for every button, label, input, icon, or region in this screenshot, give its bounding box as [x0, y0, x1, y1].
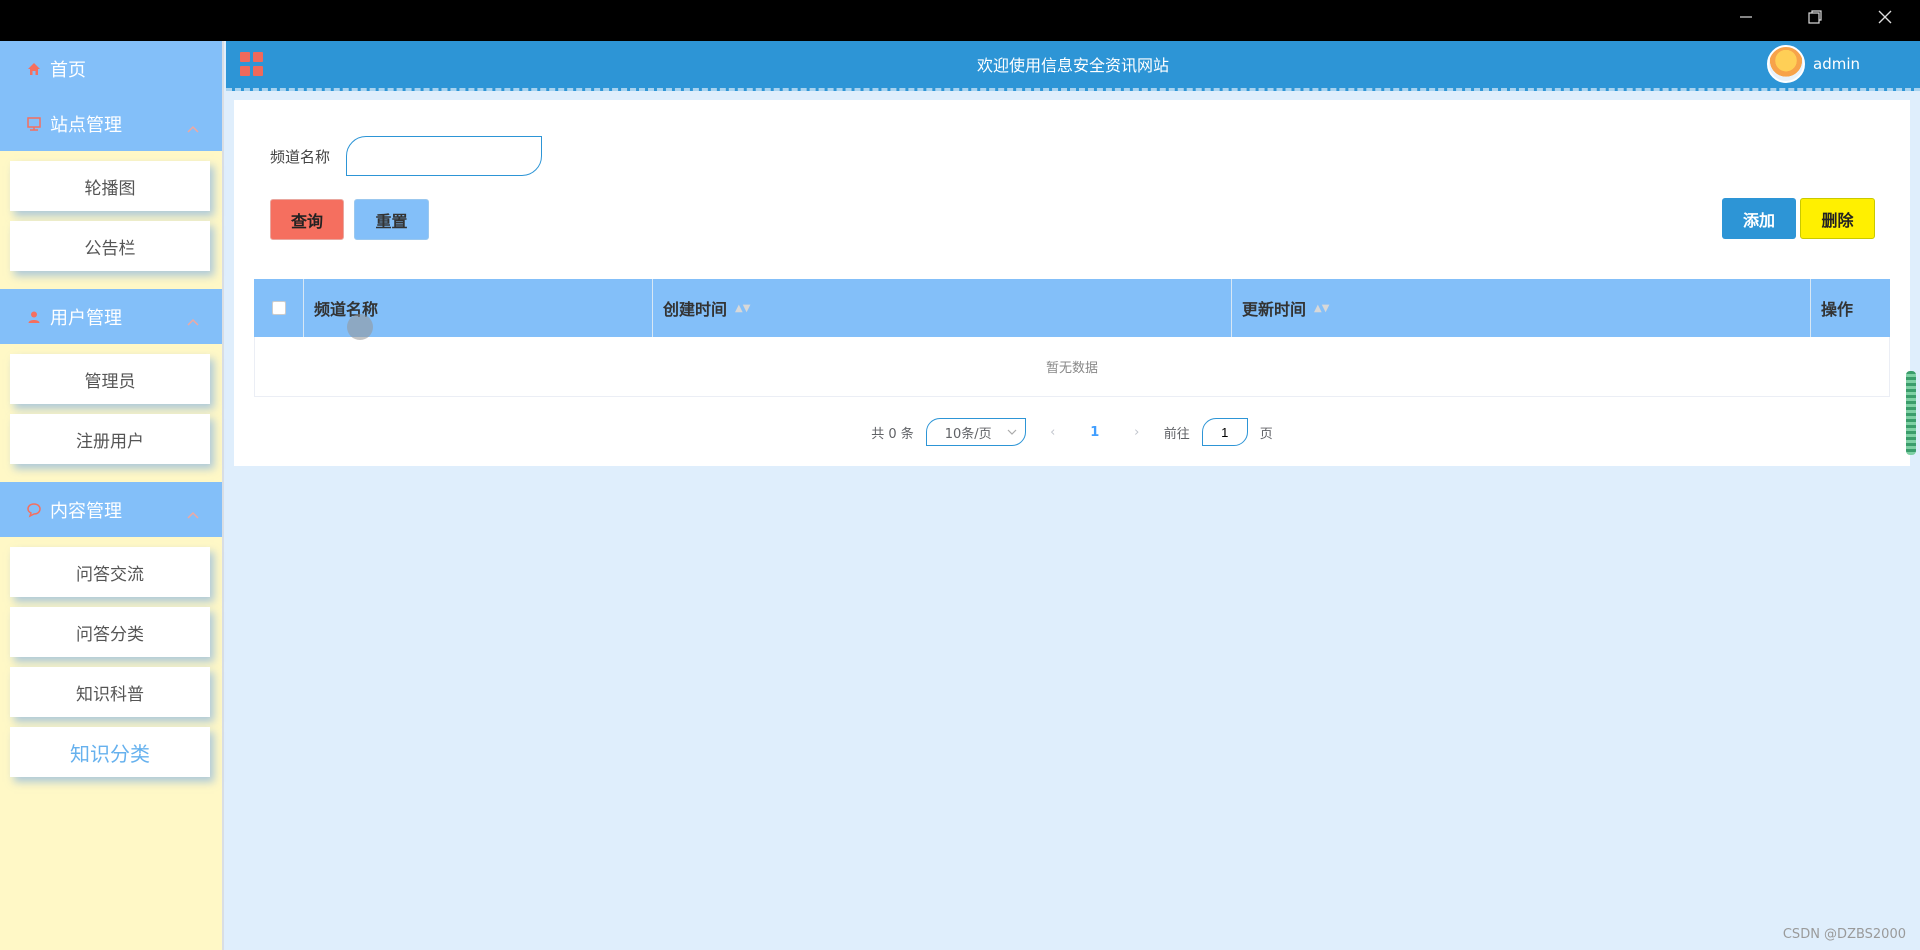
sidebar-submenu-content: 问答交流 问答分类 知识科普 知识分类 [0, 537, 222, 795]
column-header-created[interactable]: 创建时间 ▲▼ [653, 279, 1232, 337]
main-panel: 频道名称 查询 重置 添加 删除 频道名称 创建时间 ▲▼ 更新时间 ▲▼ 操作 [234, 100, 1910, 466]
monitor-icon [24, 114, 44, 134]
reset-button[interactable]: 重置 [354, 199, 429, 240]
query-button[interactable]: 查询 [270, 199, 344, 240]
top-header: 欢迎使用信息安全资讯网站 admin [226, 41, 1920, 91]
page-title: 欢迎使用信息安全资讯网站 [976, 56, 1169, 75]
header-checkbox-cell [254, 279, 304, 337]
next-page-icon[interactable]: › [1122, 425, 1152, 440]
chevron-down-icon [1007, 425, 1017, 440]
chevron-up-icon [186, 118, 200, 139]
column-header-updated[interactable]: 更新时间 ▲▼ [1232, 279, 1811, 337]
avatar [1767, 45, 1805, 83]
sidebar-item-admins[interactable]: 管理员 [10, 354, 210, 404]
prev-page-icon[interactable]: ‹ [1038, 425, 1068, 440]
page-suffix: 页 [1259, 426, 1273, 442]
sidebar-item-knowledge[interactable]: 知识科普 [10, 667, 210, 717]
sidebar-submenu-site: 轮播图 公告栏 [0, 151, 222, 289]
pagination: 共 0 条 10条/页 ‹ 1 › 前往 页 [234, 418, 1910, 446]
page-number[interactable]: 1 [1080, 425, 1110, 440]
table-empty-row: 暂无数据 [254, 337, 1890, 397]
close-icon[interactable] [1851, 0, 1919, 34]
mouse-cursor-highlight [347, 314, 373, 340]
window-titlebar [0, 0, 1920, 41]
table-header: 频道名称 创建时间 ▲▼ 更新时间 ▲▼ 操作 [254, 279, 1890, 337]
sidebar-item-qa[interactable]: 问答交流 [10, 547, 210, 597]
goto-label: 前往 [1163, 426, 1190, 442]
column-label: 操作 [1821, 300, 1854, 319]
chevron-up-icon [186, 311, 200, 332]
sidebar-item-home[interactable]: 首页 [0, 41, 222, 96]
add-button[interactable]: 添加 [1722, 198, 1796, 239]
select-all-checkbox[interactable] [271, 301, 286, 315]
sidebar-submenu-users: 管理员 注册用户 [0, 344, 222, 482]
home-icon [24, 59, 44, 79]
delete-button[interactable]: 删除 [1800, 198, 1875, 239]
menu-grid-icon[interactable] [240, 52, 264, 76]
sidebar-item-registered-users[interactable]: 注册用户 [10, 414, 210, 464]
column-header-actions: 操作 [1811, 279, 1890, 337]
page-size-value: 10条/页 [944, 426, 992, 442]
search-input[interactable] [346, 136, 542, 176]
sidebar-item-label: 首页 [50, 59, 86, 81]
sidebar-item-knowledge-category[interactable]: 知识分类 [10, 727, 210, 777]
sidebar-group-label: 站点管理 [50, 114, 122, 136]
column-label: 更新时间 [1242, 300, 1307, 319]
watermark: CSDN @DZBS2000 [1782, 927, 1906, 942]
sidebar-group-users[interactable]: 用户管理 [0, 289, 222, 344]
sidebar: 首页 站点管理 轮播图 公告栏 用户管理 管理员 注册用户 内容管理 问答交流 … [0, 41, 224, 950]
minimize-icon[interactable] [1712, 0, 1780, 34]
scrollbar[interactable] [1906, 371, 1916, 455]
chevron-up-icon [186, 504, 200, 525]
user-menu[interactable]: admin [1767, 45, 1860, 83]
username: admin [1813, 55, 1860, 73]
sidebar-group-label: 用户管理 [50, 307, 122, 329]
sidebar-item-carousel[interactable]: 轮播图 [10, 161, 210, 211]
column-label: 创建时间 [663, 300, 728, 319]
user-icon [24, 307, 44, 327]
sidebar-group-site[interactable]: 站点管理 [0, 96, 222, 151]
search-label: 频道名称 [270, 148, 331, 166]
sidebar-group-label: 内容管理 [50, 500, 122, 522]
data-table: 频道名称 创建时间 ▲▼ 更新时间 ▲▼ 操作 暂无数据 [254, 279, 1890, 397]
sidebar-item-qa-category[interactable]: 问答分类 [10, 607, 210, 657]
sort-icon[interactable]: ▲▼ [735, 303, 750, 314]
sort-icon[interactable]: ▲▼ [1314, 303, 1329, 314]
sidebar-group-content[interactable]: 内容管理 [0, 482, 222, 537]
empty-text: 暂无数据 [1045, 361, 1098, 376]
goto-page-input[interactable] [1201, 418, 1248, 446]
page-size-select[interactable]: 10条/页 [925, 418, 1026, 446]
sidebar-item-notice[interactable]: 公告栏 [10, 221, 210, 271]
chat-icon [24, 500, 44, 520]
total-count: 共 0 条 [871, 426, 914, 442]
restore-icon[interactable] [1781, 0, 1849, 34]
